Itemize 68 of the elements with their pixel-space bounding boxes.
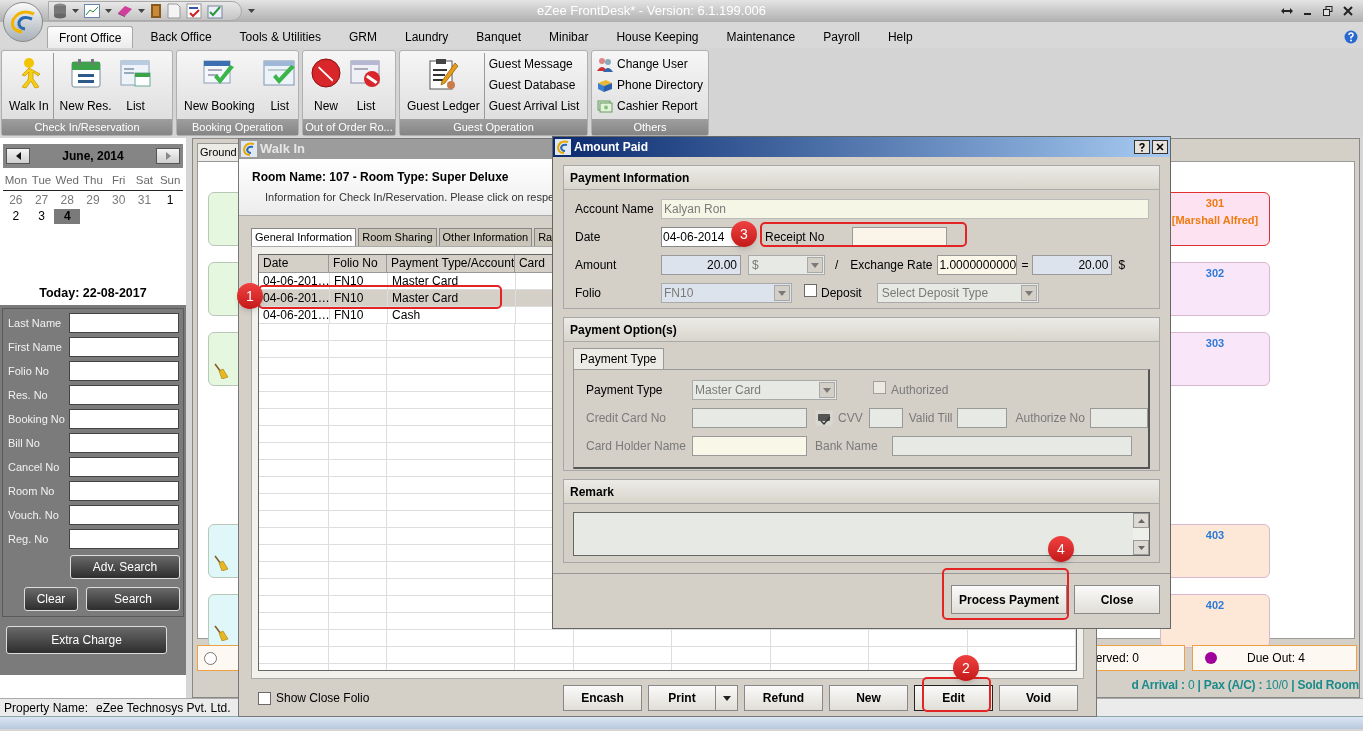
weekday-label: Wed [54, 173, 80, 188]
section-header: Payment Option(s) [564, 318, 1159, 342]
ribbon-group-title: Out of Order Ro... [303, 119, 395, 135]
weekday-label: Fri [111, 173, 127, 188]
table-cell: Master Card [388, 290, 516, 306]
ribbon-group-title: Guest Operation [400, 119, 587, 135]
field-label: Cancel No [7, 459, 61, 475]
section-header: Payment Information [564, 166, 1159, 190]
weekday-label: Sat [134, 173, 155, 188]
weekday-label: Tue [30, 173, 53, 188]
weekday-label: Mon [3, 173, 29, 188]
field-label: Amount [575, 257, 618, 274]
field-label: Last Name [7, 315, 63, 331]
field-label: First Name [7, 339, 63, 355]
guest-name: [Marshall Alfred] [1171, 212, 1259, 228]
counter-label: Due Out: 4 [1247, 650, 1306, 667]
counter-label: erved: 0 [1095, 650, 1139, 667]
property-label: Property Name: [4, 699, 90, 717]
window-title: eZee FrontDesk* - Version: 6.1.199.006 [537, 2, 767, 21]
ribbon-group-title: Check In/Reservation [2, 119, 172, 135]
table-cell: Master Card [388, 273, 516, 289]
table-cell: FN10 [330, 273, 389, 289]
field-label: Folio [575, 285, 602, 302]
field-label: Exchange Rate [850, 257, 933, 274]
slash-label: / [835, 257, 839, 274]
field-label: Folio No [7, 363, 50, 379]
equals-label: = [1021, 257, 1029, 274]
calendar-month: June, 2014 [62, 148, 124, 165]
field-label: Date [575, 229, 602, 246]
field-label: Credit Card No [586, 410, 668, 427]
table-cell: 04-06-201… [259, 307, 330, 323]
room-number: 303 [1205, 336, 1225, 351]
weekday-label: Thu [82, 173, 104, 188]
today-label: Today: 22-08-2017 [38, 285, 148, 302]
field-label: CVV [838, 410, 863, 427]
table-cell: Cash [388, 307, 516, 323]
field-label: Receipt No [765, 229, 826, 246]
field-label: Booking No [7, 411, 66, 427]
dialog-title: Amount Paid [574, 139, 648, 156]
dialog-title: Walk In [260, 140, 306, 159]
field-label: Account Name [575, 201, 655, 218]
field-label: Res. No [7, 387, 49, 403]
room-number: 301 [1205, 196, 1225, 211]
field-label: Vouch. No [7, 507, 60, 523]
field-label: Payment Type [586, 382, 664, 399]
field-label: Bank Name [815, 438, 879, 455]
table-cell: FN10 [330, 307, 389, 323]
table-cell: FN10 [330, 290, 389, 306]
checkbox-label: Show Close Folio [276, 690, 370, 707]
weekday-label: Sun [158, 173, 182, 188]
property-name: eZee Technosys Pvt. Ltd. [96, 699, 231, 717]
checkbox-label: Deposit [821, 285, 862, 302]
summary-text: d Arrival : 0 | Pax (A/C) : 10/0 | Sold Room [1131, 677, 1359, 694]
room-number: 402 [1205, 598, 1225, 613]
field-label: Room No [7, 483, 56, 499]
ribbon-group-title: Booking Operation [177, 119, 298, 135]
room-number: 302 [1205, 266, 1225, 281]
room-number: 403 [1205, 528, 1225, 543]
ribbon-group-title: Others [592, 119, 708, 135]
field-label: Card Holder Name [586, 438, 688, 455]
field-label: Bill No [7, 435, 41, 451]
field-label: Authorize No [1015, 410, 1085, 427]
currency-label: $ [1118, 257, 1126, 274]
checkbox-label: Authorized [891, 382, 949, 399]
dialog-heading: Room Name: 107 - Room Type: Super Deluxe [252, 169, 509, 186]
field-label: Reg. No [7, 531, 50, 547]
section-header: Remark [564, 480, 1159, 504]
field-label: Valid Till [908, 410, 953, 427]
